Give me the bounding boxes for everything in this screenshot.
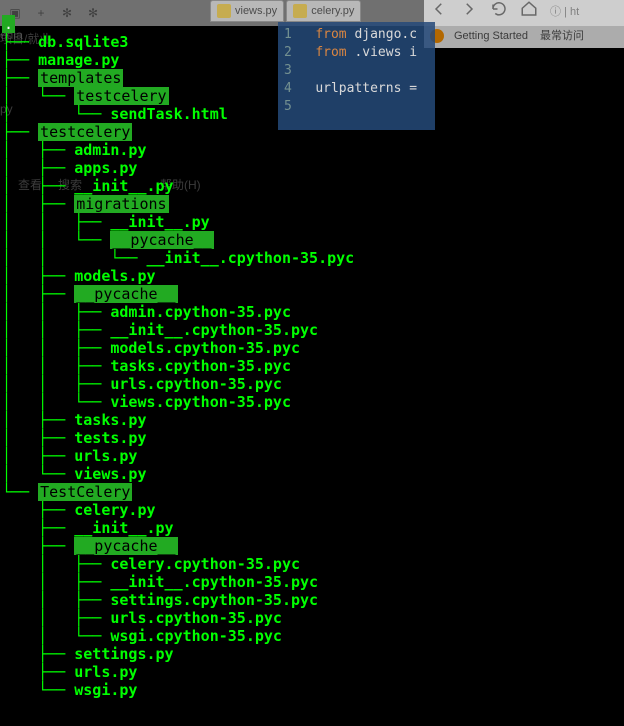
tree-dir: templates [38,69,123,87]
tree-dir: __pycache__ [110,231,213,249]
tree-dir: testcelery [74,87,168,105]
tree-file: wsgi.py [74,681,137,699]
tree-file: __init__.py [110,213,209,231]
tree-file: models.py [74,267,155,285]
tree-file: manage.py [38,51,119,69]
tree-dir: __pycache__ [74,285,177,303]
tree-file: urls.cpython-35.pyc [110,375,282,393]
tree-file: celery.cpython-35.pyc [110,555,300,573]
tree-dir: __pycache__ [74,537,177,555]
tree-file: settings.py [74,645,173,663]
tree-file: __init__.py [74,177,173,195]
tree-file: admin.py [74,141,146,159]
terminal-tree-output: . ├── db.sqlite3 ├── manage.py ├── templ… [0,15,624,711]
tree-file: tasks.cpython-35.pyc [110,357,291,375]
tree-dir: TestCelery [38,483,132,501]
tree-file: __init__.py [74,519,173,537]
tree-file: urls.cpython-35.pyc [110,609,282,627]
tree-file: urls.py [74,447,137,465]
tree-file: apps.py [74,159,137,177]
tree-file: views.cpython-35.pyc [110,393,291,411]
tree-file: celery.py [74,501,155,519]
tree-file: __init__.cpython-35.pyc [147,249,355,267]
tree-file: urls.py [74,663,137,681]
tree-file: admin.cpython-35.pyc [110,303,291,321]
tree-file: __init__.cpython-35.pyc [110,573,318,591]
tree-file: settings.cpython-35.pyc [110,591,318,609]
tree-file: tasks.py [74,411,146,429]
tree-root: . [2,15,15,33]
tree-file: db.sqlite3 [38,33,128,51]
tree-file: tests.py [74,429,146,447]
tree-file: wsgi.cpython-35.pyc [110,627,282,645]
tree-dir: testcelery [38,123,132,141]
tree-file: sendTask.html [110,105,227,123]
tree-file: views.py [74,465,146,483]
tree-dir: migrations [74,195,168,213]
tree-file: __init__.cpython-35.pyc [110,321,318,339]
tree-file: models.cpython-35.pyc [110,339,300,357]
